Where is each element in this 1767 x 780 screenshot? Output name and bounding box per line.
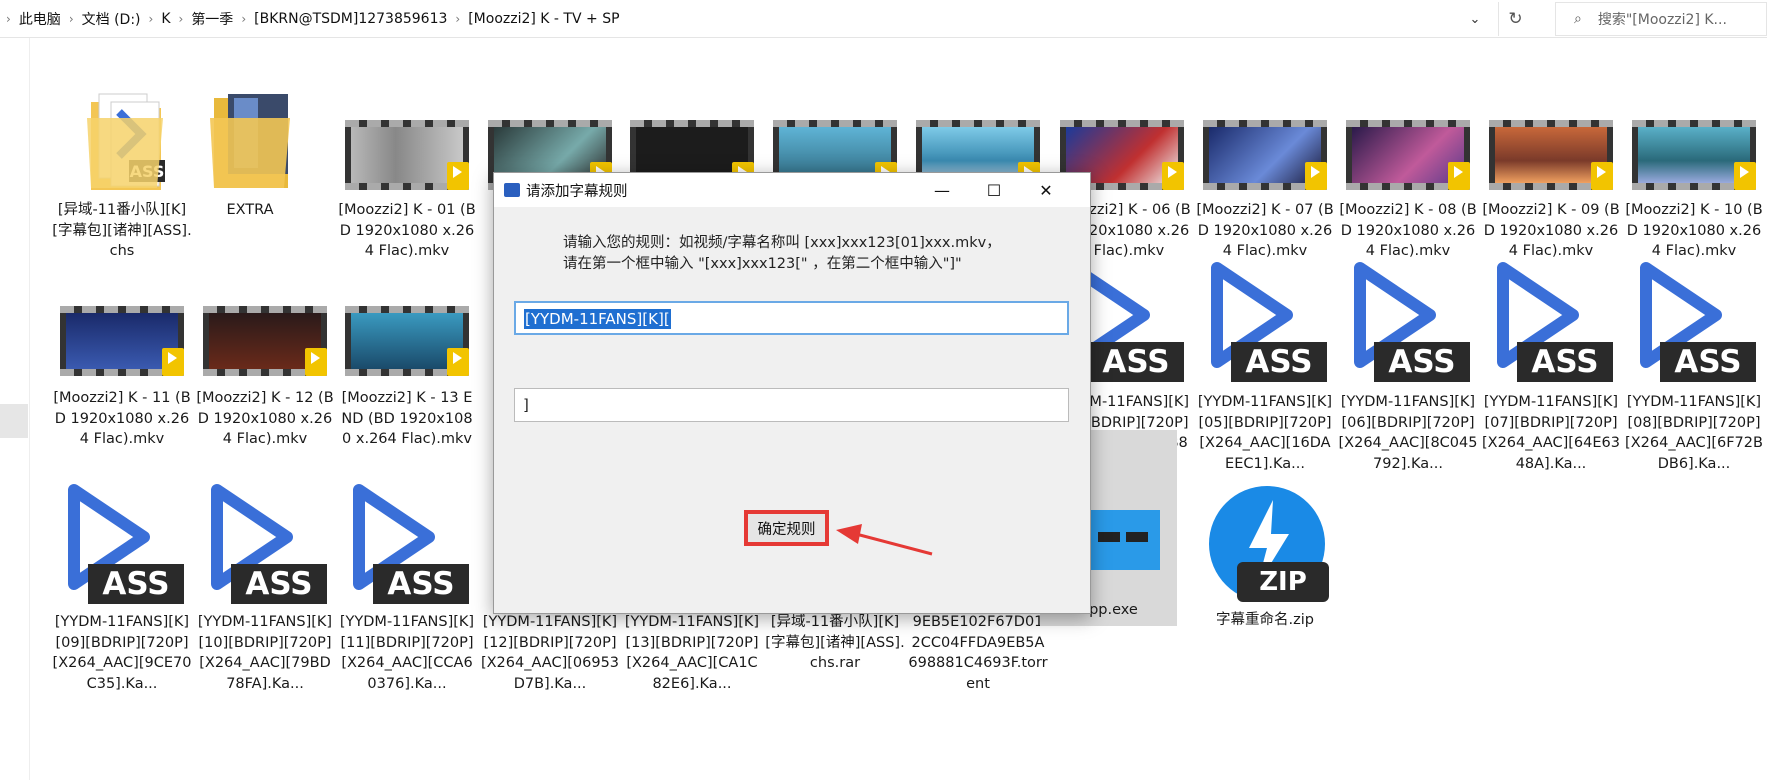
ass-badge: ASS [1374,342,1470,382]
ass-file-icon: ASS [1346,256,1470,386]
ass-badge: ASS [1660,342,1756,382]
player-badge-icon [305,348,327,376]
search-icon: ⌕ [1574,11,1582,27]
breadcrumb-item-this-pc[interactable]: 此电脑 [11,9,69,29]
file-name: [YYDM-11FANS][K][13][BDRIP][720P][X264_A… [624,614,760,692]
refresh-icon[interactable]: ↻ [1498,2,1532,36]
ass-folder-icon: ASS [60,64,184,196]
file-name: [Moozzi2] K - 13 END (BD 1920x1080 x.264… [341,390,473,447]
instruction-line: 请在第一个框中输入 "[xxx]xxx123[" ，在第二个框中输入"]" [563,256,962,272]
file-name: [YYDM-11FANS][K][10][BDRIP][720P][X264_A… [197,614,333,692]
video-thumbnail [1632,64,1756,196]
file-name: [异域-11番小队][K][字幕包][诸神][ASS].chs [52,202,192,259]
file-item[interactable]: ASS [YYDM-11FANS][K][06][BDRIP][720P][X2… [1339,256,1477,472]
video-thumbnail [60,264,184,382]
ass-file-icon: ASS [203,478,327,608]
player-badge-icon [1591,162,1613,190]
file-name: [异域-11番小队][K][字幕包][诸神][ASS].chs.rar [765,614,905,671]
file-name: [Moozzi2] K - 10 (BD 1920x1080 x.264 Fla… [1625,202,1763,259]
app-icon [504,183,520,197]
video-thumbnail [203,264,327,382]
file-name: [Moozzi2] K - 07 (BD 1920x1080 x.264 Fla… [1196,202,1334,259]
file-name: 9EB5E102F67D012CC04FFDA9EB5A698881C4693F… [908,614,1048,692]
file-name: [YYDM-11FANS][K][11][BDRIP][720P][X264_A… [339,614,475,692]
player-badge-icon [162,348,184,376]
video-thumbnail [1346,64,1470,196]
prefix-input-selected-text: [YYDM-11FANS][K][ [524,309,671,329]
ass-file-icon: ASS [1489,256,1613,386]
player-badge-icon [1162,162,1184,190]
app-exe-icon [1088,510,1160,570]
file-item[interactable]: ASS [YYDM-11FANS][K][10][BDRIP][720P][X2… [198,478,332,692]
breadcrumb-item-current[interactable]: [Moozzi2] K - TV + SP [460,11,627,27]
file-name: [Moozzi2] K - 01 (BD 1920x1080 x.264 Fla… [338,202,476,259]
ass-badge: ASS [88,564,184,604]
instruction-line: 请输入您的规则：如视频/字幕名称叫 [xxx]xxx123[01]xxx.mkv… [563,235,1001,251]
player-badge-icon [447,162,469,190]
breadcrumb-item-bkrn[interactable]: [BKRN@TSDM]1273859613 [246,11,455,27]
suffix-input[interactable]: ] [514,388,1069,422]
player-badge-icon [447,348,469,376]
player-badge-icon [1448,162,1470,190]
breadcrumb: › 此电脑 › 文档 (D:) › K › 第一季 › [BKRN@TSDM]1… [0,0,628,38]
ass-badge: ASS [1517,342,1613,382]
file-name: 字幕重命名.zip [1216,612,1314,628]
file-name: [YYDM-11FANS][K][08][BDRIP][720P][X264_A… [1625,394,1763,472]
close-button[interactable]: ✕ [1024,173,1068,207]
ass-file-icon: ASS [1203,256,1327,386]
file-item[interactable]: ASS [YYDM-11FANS][K][08][BDRIP][720P][X2… [1625,256,1763,472]
ass-badge: ASS [1231,342,1327,382]
ass-file-icon: ASS [60,478,184,608]
file-name: [Moozzi2] K - 12 (BD 1920x1080 x.264 Fla… [196,390,334,447]
minimize-button[interactable]: — [920,173,964,207]
dialog-title: 请添加字幕规则 [526,183,628,200]
ass-badge: ASS [231,564,327,604]
dialog-titlebar: 请添加字幕规则 — ☐ ✕ [494,173,1090,207]
breadcrumb-item-drive-d[interactable]: 文档 (D:) [74,9,149,29]
ass-badge: ASS [1088,342,1184,382]
zip-badge: ZIP [1237,562,1329,602]
video-thumbnail [345,264,469,382]
breadcrumb-item-season1[interactable]: 第一季 [183,9,241,29]
file-item[interactable]: ASS [YYDM-11FANS][K][05][BDRIP][720P][X2… [1198,256,1332,472]
file-name: [YYDM-11FANS][K][09][BDRIP][720P][X264_A… [52,614,192,692]
file-name: [YYDM-11FANS][K][06][BDRIP][720P][X264_A… [1338,394,1478,472]
dialog-instruction: 请输入您的规则：如视频/字幕名称叫 [xxx]xxx123[01]xxx.mkv… [563,233,1001,275]
video-thumbnail [345,64,469,196]
file-name: EXTRA [226,202,274,218]
file-name: [Moozzi2] K - 09 (BD 1920x1080 x.264 Fla… [1482,202,1620,259]
add-subtitle-rule-dialog: 请添加字幕规则 — ☐ ✕ 请输入您的规则：如视频/字幕名称叫 [xxx]xxx… [493,172,1091,614]
file-name: [YYDM-11FANS][K][07][BDRIP][720P][X264_A… [1481,394,1620,472]
folder-icon [188,64,312,196]
ass-file-icon: ASS [345,478,469,608]
search-input[interactable]: ⌕ 搜索"[Moozzi2] K... [1555,2,1767,36]
file-name: [YYDM-11FANS][K][05][BDRIP][720P][X264_A… [1197,394,1333,472]
file-item[interactable]: ASS [YYDM-11FANS][K][07][BDRIP][720P][X2… [1482,256,1620,472]
confirm-rule-button[interactable]: 确定规则 [744,510,829,546]
file-item[interactable]: ASS [YYDM-11FANS][K][11][BDRIP][720P][X2… [340,478,474,692]
file-item[interactable]: ASS [YYDM-11FANS][K][09][BDRIP][720P][X2… [53,478,191,692]
video-thumbnail [1489,64,1613,196]
chevron-down-icon[interactable]: ⌄ [1462,8,1488,30]
breadcrumb-item-k[interactable]: K [153,11,178,27]
maximize-button[interactable]: ☐ [972,173,1016,207]
address-bar: › 此电脑 › 文档 (D:) › K › 第一季 › [BKRN@TSDM]1… [0,0,1767,38]
search-placeholder: 搜索"[Moozzi2] K... [1597,12,1727,28]
file-name: [YYDM-11FANS][K][12][BDRIP][720P][X264_A… [480,614,620,692]
player-badge-icon [1734,162,1756,190]
ass-file-icon: ASS [1632,256,1756,386]
prefix-input[interactable]: [YYDM-11FANS][K][ [514,301,1069,335]
annotation-arrow-icon [836,524,933,556]
file-name: [Moozzi2] K - 11 (BD 1920x1080 x.264 Fla… [53,390,191,447]
video-thumbnail [1203,64,1327,196]
player-badge-icon [1305,162,1327,190]
ass-badge: ASS [373,564,469,604]
file-name: [Moozzi2] K - 08 (BD 1920x1080 x.264 Fla… [1339,202,1477,259]
